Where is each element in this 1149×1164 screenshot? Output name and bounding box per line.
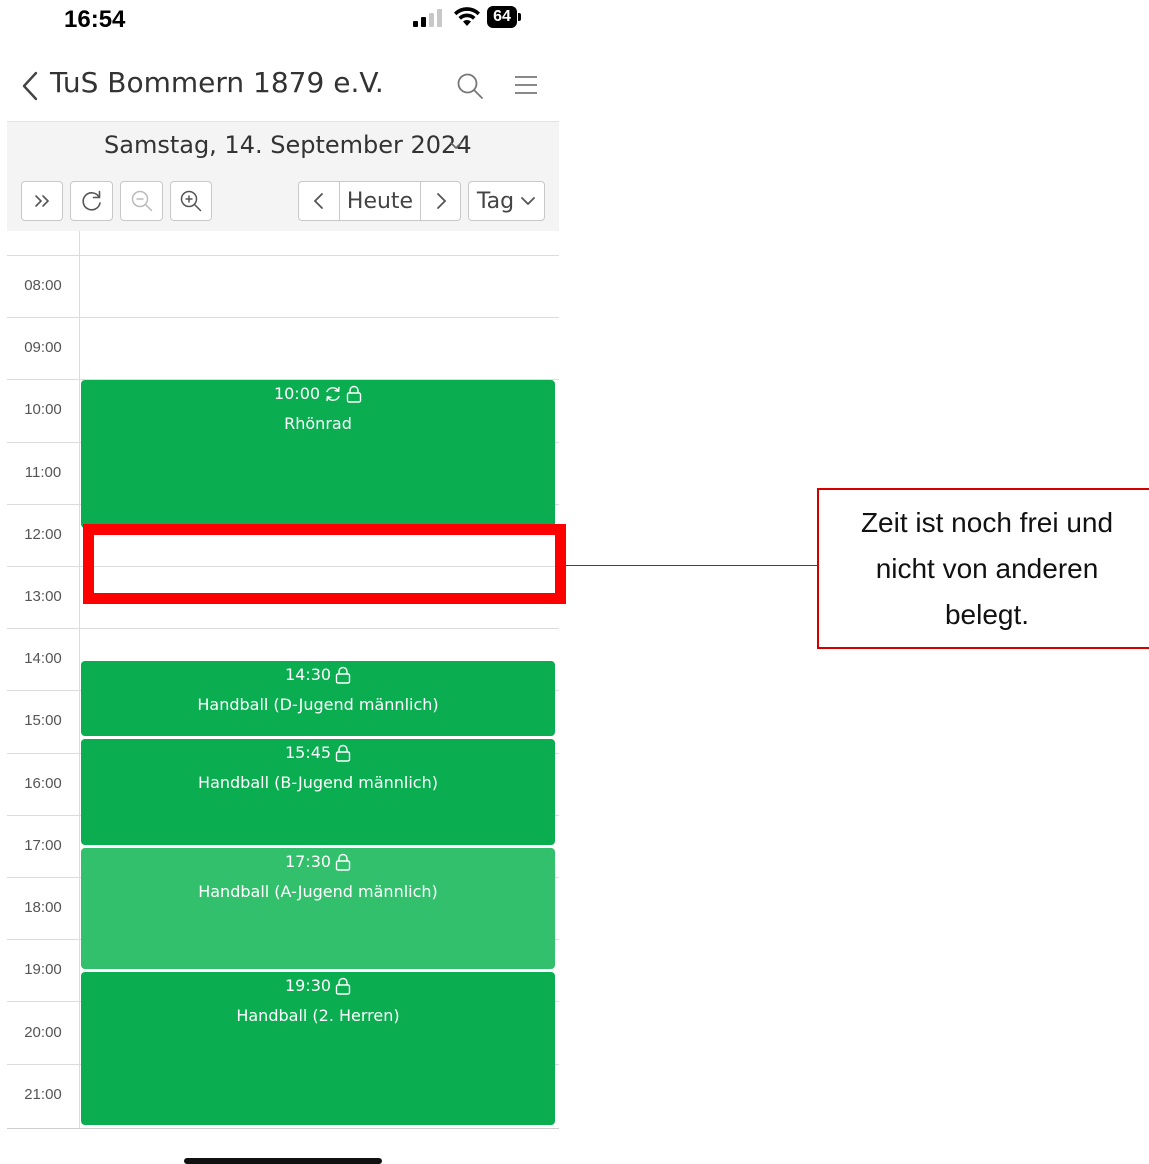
- event-title: Rhönrad: [284, 414, 352, 433]
- event-rhoenrad[interactable]: 10:00 Rhönrad: [81, 380, 555, 528]
- annotation-callout: Zeit ist noch frei und nicht von anderen…: [817, 488, 1149, 649]
- wifi-icon: [454, 7, 480, 26]
- today-button[interactable]: Heute: [339, 181, 421, 221]
- event-time: 17:30: [284, 852, 332, 871]
- hour-label: 14:00: [24, 650, 62, 667]
- callout-line: Zeit ist noch frei und: [860, 507, 1114, 538]
- lock-icon: [335, 977, 351, 995]
- next-day-button[interactable]: [420, 181, 461, 221]
- event-title: Handball (A-Jugend männlich): [198, 882, 438, 901]
- hour-label: 13:00: [24, 588, 62, 605]
- hour-label: 21:00: [24, 1086, 62, 1103]
- chevron-down-icon[interactable]: [449, 140, 463, 152]
- event-time: 10:00: [273, 384, 321, 403]
- event-handball-d-jugend[interactable]: 14:30 Handball (D-Jugend männlich): [81, 661, 555, 736]
- callout-connector-line: [566, 565, 818, 566]
- search-icon[interactable]: [456, 72, 484, 100]
- repeat-icon: [324, 385, 342, 403]
- lock-icon: [335, 744, 351, 762]
- event-title: Handball (2. Herren): [236, 1006, 400, 1025]
- event-time: 19:30: [284, 976, 332, 995]
- hour-label: 16:00: [24, 775, 62, 792]
- double-chevron-right-icon: [35, 195, 50, 207]
- chevron-right-icon: [436, 193, 446, 209]
- zoom-out-button[interactable]: [120, 181, 163, 221]
- hamburger-menu-icon[interactable]: [514, 74, 538, 96]
- free-slot-highlight: [83, 524, 566, 604]
- hour-label: 09:00: [24, 339, 62, 356]
- lock-icon: [346, 385, 362, 403]
- event-time: 14:30: [284, 665, 332, 684]
- signal-icon: [413, 9, 442, 27]
- event-handball-2-herren[interactable]: 19:30 Handball (2. Herren): [81, 972, 555, 1125]
- hour-label: 15:00: [24, 712, 62, 729]
- hour-label: 17:00: [24, 837, 62, 854]
- today-label: Heute: [346, 188, 414, 214]
- refresh-icon: [81, 190, 101, 211]
- chevron-down-icon: [521, 197, 536, 206]
- zoom-in-button[interactable]: [170, 181, 212, 221]
- event-time: 15:45: [284, 743, 332, 762]
- event-handball-a-jugend[interactable]: 17:30 Handball (A-Jugend männlich): [81, 848, 555, 969]
- event-title: Handball (D-Jugend männlich): [197, 695, 439, 714]
- event-handball-b-jugend[interactable]: 15:45 Handball (B-Jugend männlich): [81, 739, 555, 845]
- event-title: Handball (B-Jugend männlich): [198, 773, 438, 792]
- hour-label: 12:00: [24, 526, 62, 543]
- lock-icon: [335, 853, 351, 871]
- battery-level: 64: [487, 6, 517, 28]
- expand-button[interactable]: [21, 181, 63, 221]
- zoom-out-icon: [131, 190, 152, 212]
- chevron-left-icon: [313, 193, 323, 209]
- hour-label: 18:00: [24, 899, 62, 916]
- callout-line: belegt.: [944, 599, 1030, 630]
- date-selector[interactable]: Samstag, 14. September 2024: [104, 131, 472, 159]
- hour-label: 11:00: [24, 464, 62, 481]
- status-time: 16:54: [64, 6, 126, 33]
- lock-icon: [335, 666, 351, 684]
- hour-label: 10:00: [24, 401, 62, 418]
- home-indicator[interactable]: [184, 1158, 382, 1164]
- zoom-in-icon: [180, 190, 202, 212]
- battery-icon: 64: [487, 6, 523, 28]
- view-select-label: Tag: [476, 188, 515, 214]
- back-chevron-icon[interactable]: [20, 70, 40, 102]
- callout-line: nicht von anderen: [875, 553, 1099, 584]
- previous-day-button[interactable]: [298, 181, 340, 221]
- club-title: TuS Bommern 1879 e.V.: [50, 66, 384, 99]
- hour-label: 20:00: [24, 1024, 62, 1041]
- hour-label: 08:00: [24, 277, 62, 294]
- view-select[interactable]: Tag: [468, 181, 545, 221]
- hour-label: 19:00: [24, 961, 62, 978]
- refresh-button[interactable]: [70, 181, 113, 221]
